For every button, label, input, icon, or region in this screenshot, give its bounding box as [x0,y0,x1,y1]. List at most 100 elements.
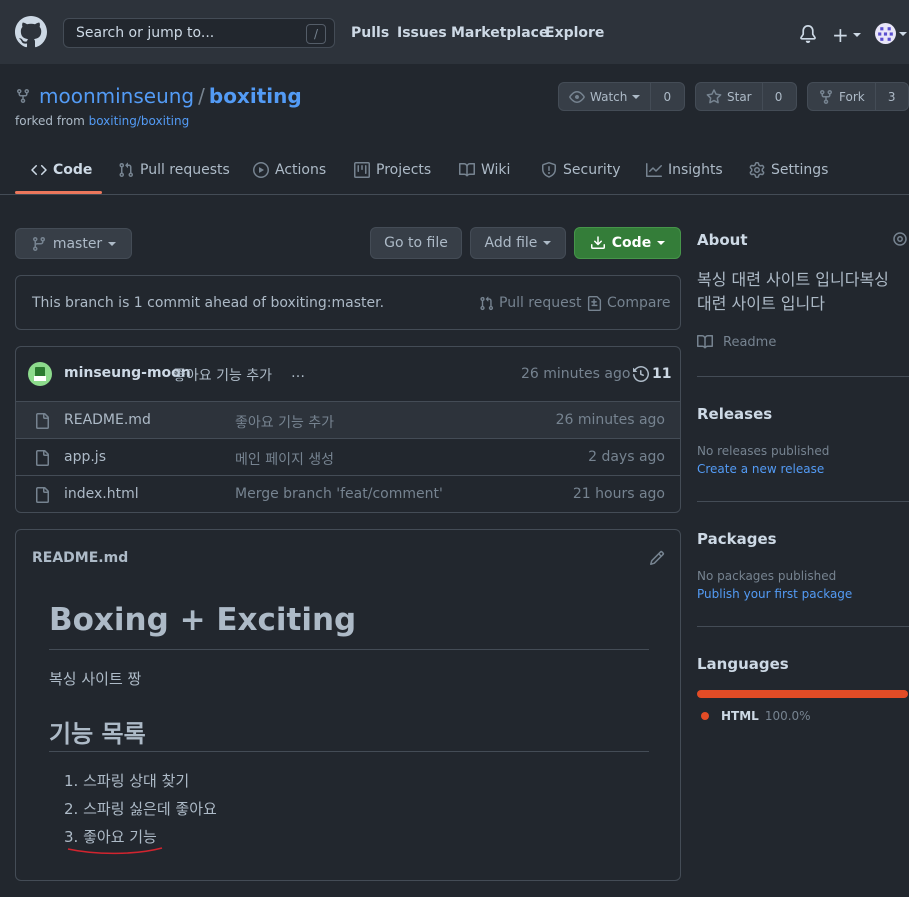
file-name[interactable]: app.js [64,449,106,465]
tab-settings-label: Settings [771,162,829,178]
forked-from-link[interactable]: boxiting/boxiting [89,114,190,128]
caret-down-icon [108,241,117,246]
add-file-label: Add file [484,235,538,251]
tab-security[interactable]: Security [541,162,621,178]
language-bar [697,690,908,698]
repo-tabs: Code Pull requests Actions Projects Wiki… [0,150,909,195]
search-shortcut-key: / [306,24,326,44]
user-avatar-menu[interactable] [875,23,907,44]
tab-wiki[interactable]: Wiki [459,162,510,178]
tab-settings[interactable]: Settings [749,162,828,178]
nav-explore[interactable]: Explore [545,25,604,41]
branch-select-button[interactable]: master [15,228,132,259]
readme-heading: Boxing + Exciting [49,602,357,638]
caret-down-icon [543,241,552,245]
watch-label: Watch [590,89,628,104]
git-pull-request-icon [480,296,494,310]
nav-issues[interactable]: Issues [397,25,447,41]
fork-button[interactable]: Fork [808,83,876,110]
language-name: HTML [721,709,759,723]
add-file-button[interactable]: Add file [470,227,566,259]
caret-down-icon [657,241,666,245]
code-label: Code [611,235,652,251]
bell-icon[interactable] [799,25,817,43]
tab-pull-requests[interactable]: Pull requests [118,162,230,178]
go-to-file-label: Go to file [384,235,448,251]
heading-divider [49,751,649,752]
table-row[interactable]: index.html Merge branch 'feat/comment' 2… [16,475,680,512]
create-release-link[interactable]: Create a new release [697,462,824,476]
readme-intro: 복싱 사이트 짱 [49,670,142,688]
compare-label: Compare [607,295,671,311]
forked-from-label: forked from [15,114,85,128]
github-logo-icon[interactable] [15,16,47,48]
pencil-icon[interactable] [649,550,665,566]
sidebar-divider [697,626,909,627]
table-row[interactable]: README.md 좋아요 기능 추가 26 minutes ago [16,401,680,438]
packages-title[interactable]: Packages [697,530,777,548]
fork-count[interactable]: 3 [876,83,908,110]
watch-button[interactable]: Watch [559,83,652,110]
file-diff-icon [587,295,602,311]
file-name[interactable]: index.html [64,486,139,502]
pull-request-label: Pull request [499,295,582,311]
book-icon [459,162,475,177]
list-item: 1. 스파링 상대 찾기 [64,772,190,790]
git-branch-icon [32,236,45,251]
tab-code[interactable]: Code [31,162,92,178]
code-icon [31,164,47,176]
play-icon [253,162,269,178]
file-name[interactable]: README.md [64,412,151,428]
go-to-file-button[interactable]: Go to file [370,227,462,259]
language-percent: 100.0% [764,709,811,723]
avatar [875,23,896,44]
avatar[interactable] [28,362,52,386]
releases-title[interactable]: Releases [697,405,772,423]
tab-actions[interactable]: Actions [253,162,326,178]
caret-down-icon [852,33,861,37]
file-commit-message[interactable]: Merge branch 'feat/comment' [235,486,443,502]
commit-expand[interactable]: … [291,365,305,381]
language-item[interactable]: HTML 100.0% [701,709,811,723]
commit-message[interactable]: 좋아요 기능 추가 [173,365,272,385]
readme-link[interactable]: Readme [697,334,776,350]
search-input[interactable]: Search or jump to... / [63,18,335,48]
readme-box: README.md Boxing + Exciting 복싱 사이트 짱 기능 … [15,529,681,881]
star-count[interactable]: 0 [763,83,795,110]
tab-security-label: Security [563,162,621,178]
compare-link[interactable]: Compare [587,295,671,311]
file-commit-message[interactable]: 메인 페이지 생성 [235,449,334,469]
readme-filename: README.md [32,550,129,566]
gear-icon[interactable] [892,231,908,247]
list-item: 3. 좋아요 기능 [64,828,157,846]
create-new-menu[interactable]: + [832,23,861,47]
repo-name-link[interactable]: boxiting [209,84,302,108]
watch-count[interactable]: 0 [651,83,683,110]
caret-down-icon [632,94,641,99]
commit-time: 26 minutes ago [521,366,631,382]
branch-name: master [52,235,103,252]
git-pull-request-icon [119,162,134,178]
star-button[interactable]: Star [696,83,763,110]
file-commit-message[interactable]: 좋아요 기능 추가 [235,412,334,432]
star-icon [706,88,722,103]
nav-marketplace[interactable]: Marketplace [451,25,548,41]
star-label: Star [727,89,752,104]
repo-owner-link[interactable]: moonminseung [39,84,194,108]
tab-projects[interactable]: Projects [354,162,431,178]
tab-code-label: Code [53,162,93,178]
table-row[interactable]: app.js 메인 페이지 생성 2 days ago [16,438,680,475]
gear-icon [749,162,765,178]
code-download-button[interactable]: Code [574,227,681,259]
fork-icon [820,89,832,104]
fork-button-group: Fork 3 [807,82,909,111]
publish-package-link[interactable]: Publish your first package [697,587,852,601]
repo-separator: / [198,84,205,108]
nav-pulls[interactable]: Pulls [351,25,389,41]
pull-request-link[interactable]: Pull request [479,295,582,311]
repo-title: moonminseung / boxiting [39,84,302,108]
commit-author[interactable]: minseung-moon [64,365,191,381]
commit-history-link[interactable]: 11 [633,366,671,382]
tab-wiki-label: Wiki [481,162,511,178]
tab-insights[interactable]: Insights [646,162,723,178]
